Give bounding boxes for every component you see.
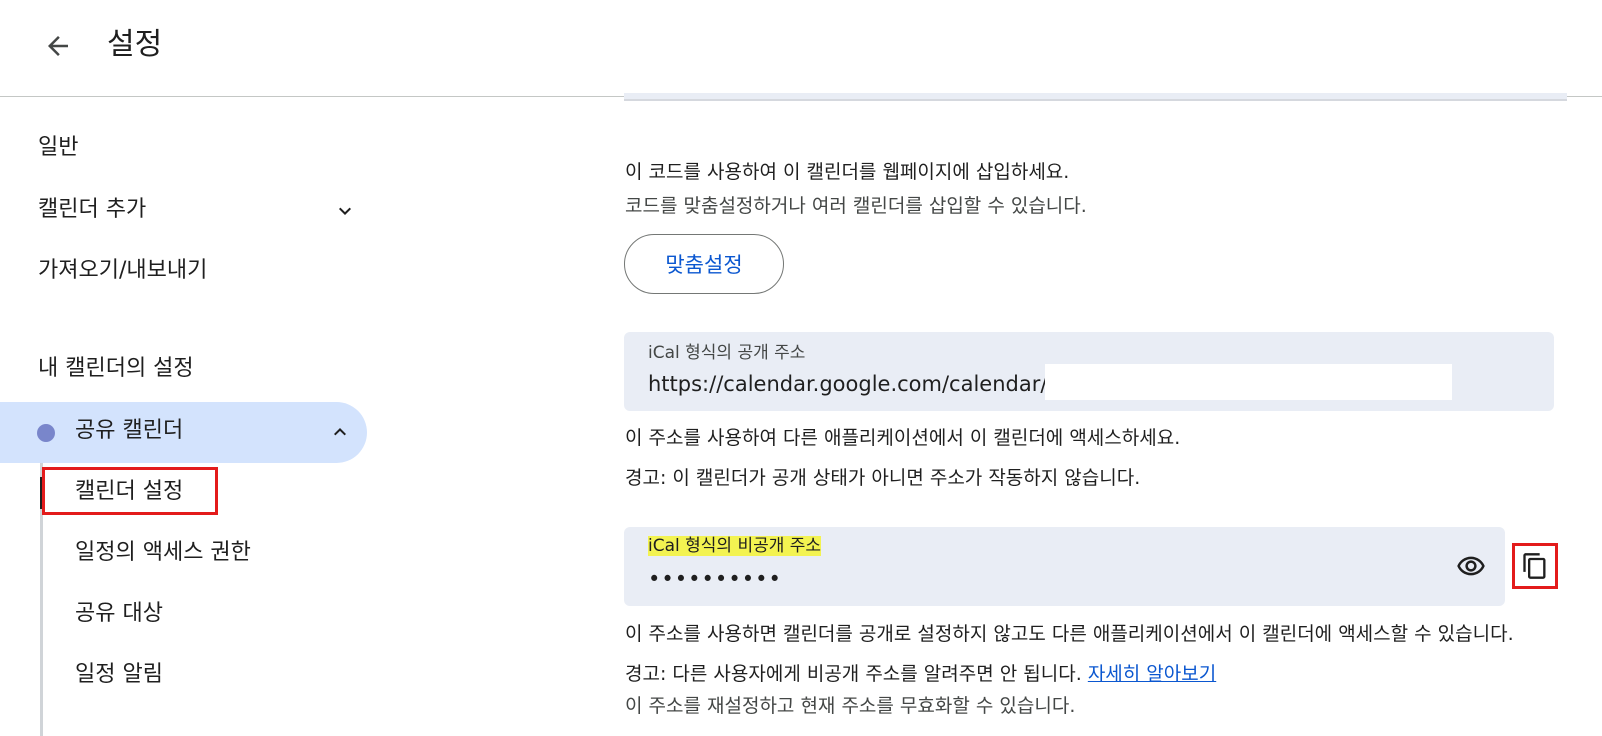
- sidebar-sub-event-access[interactable]: 일정의 액세스 권한: [75, 538, 251, 568]
- learn-more-link[interactable]: 자세히 알아보기: [1088, 663, 1216, 685]
- embed-description: 이 코드를 사용하여 이 캘린더를 웹페이지에 삽입하세요.: [625, 161, 1070, 183]
- private-ical-label-wrap: iCal 형식의 비공개 주소: [648, 535, 822, 557]
- show-address-button[interactable]: [1451, 546, 1491, 586]
- previous-section-edge: [624, 93, 1567, 101]
- page-title: 설정: [107, 27, 163, 62]
- reset-address-note: 이 주소를 재설정하고 현재 주소를 무효화할 수 있습니다.: [625, 695, 1076, 717]
- back-button[interactable]: [40, 28, 76, 64]
- private-ical-field[interactable]: iCal 형식의 비공개 주소 ••••••••••: [624, 527, 1505, 606]
- sidebar-sub-notifications[interactable]: 일정 알림: [75, 660, 163, 690]
- private-ical-label: iCal 형식의 비공개 주소: [648, 536, 822, 556]
- private-ical-warning: 경고: 다른 사용자에게 비공개 주소를 알려주면 안 됩니다. 자세히 알아보…: [625, 661, 1216, 687]
- sidebar-item-add-calendar[interactable]: 캘린더 추가: [38, 195, 146, 225]
- chevron-down-icon[interactable]: [333, 199, 357, 223]
- chevron-up-icon[interactable]: [328, 420, 352, 444]
- settings-content: 이 코드를 사용하여 이 캘린더를 웹페이지에 삽입하세요. 코드를 맞춤설정하…: [600, 93, 1602, 736]
- calendar-name: 공유 캘린더: [75, 418, 184, 443]
- private-ical-masked-value[interactable]: ••••••••••: [648, 565, 782, 593]
- sidebar-item-general[interactable]: 일반: [38, 133, 78, 163]
- my-calendars-heading: 내 캘린더의 설정: [38, 356, 194, 381]
- sidebar-sub-shared-with[interactable]: 공유 대상: [75, 599, 163, 629]
- public-ical-warning: 경고: 이 캘린더가 공개 상태가 아니면 주소가 작동하지 않습니다.: [625, 467, 1141, 489]
- public-ical-field[interactable]: iCal 형식의 공개 주소 https://calendar.google.c…: [624, 332, 1554, 411]
- public-ical-label: iCal 형식의 공개 주소: [648, 343, 806, 363]
- customize-button[interactable]: 맞춤설정: [624, 234, 784, 294]
- annotation-box-calendar-settings: [42, 467, 218, 515]
- embed-hint: 코드를 맞춤설정하거나 여러 캘린더를 삽입할 수 있습니다.: [625, 195, 1087, 217]
- arrow-back-icon: [48, 36, 68, 56]
- public-ical-note: 이 주소를 사용하여 다른 애플리케이션에서 이 캘린더에 액세스하세요.: [625, 427, 1181, 449]
- app-header: 설정: [0, 0, 1602, 97]
- eye-icon: [1457, 556, 1485, 576]
- annotation-box-copy: [1512, 543, 1558, 589]
- private-ical-note: 이 주소를 사용하면 캘린더를 공개로 설정하지 않고도 다른 애플리케이션에서…: [625, 623, 1514, 645]
- public-ical-url[interactable]: https://calendar.google.com/calendar/ica…: [648, 370, 1084, 398]
- sidebar-calendar-shared[interactable]: 공유 캘린더: [0, 402, 367, 463]
- sidebar-item-import-export[interactable]: 가져오기/내보내기: [38, 256, 207, 286]
- redaction-mask: [1045, 364, 1452, 400]
- calendar-color-dot: [37, 424, 55, 442]
- settings-sidebar: 일반 캘린더 추가 가져오기/내보내기 내 캘린더의 설정 공유 캘린더 캘린더…: [0, 97, 380, 736]
- private-ical-warning-text: 경고: 다른 사용자에게 비공개 주소를 알려주면 안 됩니다.: [625, 663, 1082, 685]
